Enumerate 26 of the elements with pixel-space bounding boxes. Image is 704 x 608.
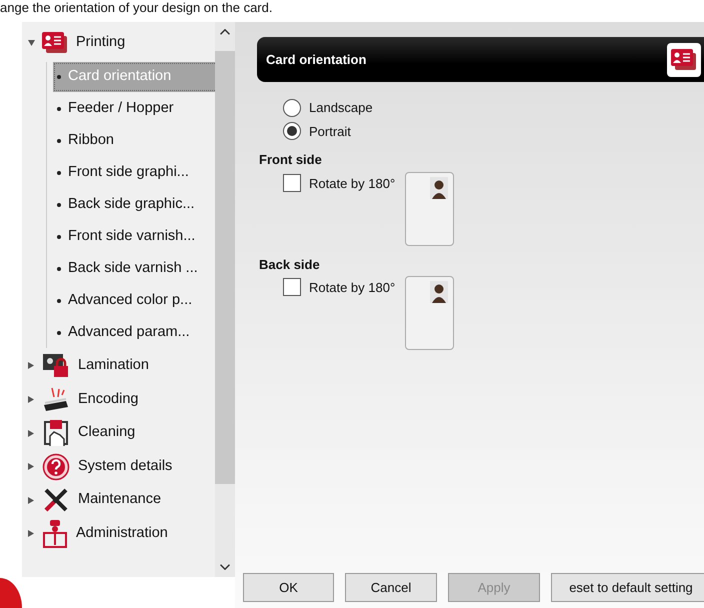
tree-item[interactable]: Encoding	[78, 388, 138, 410]
tree-item[interactable]: Back side graphic...	[53, 190, 218, 220]
dialog-button[interactable]: OK	[243, 573, 334, 602]
dialog-button[interactable]: eset to default setting	[551, 573, 704, 602]
tree-item[interactable]: Cleaning	[78, 422, 136, 444]
tree-item[interactable]: Lamination	[78, 355, 149, 377]
tree-item[interactable]: Ribbon	[53, 126, 218, 156]
radio-label[interactable]: Landscape	[309, 98, 373, 118]
instruction-text: ange the orientation of your design on the card.	[0, 0, 272, 15]
tree-item[interactable]: Printing	[76, 32, 126, 54]
radio-label[interactable]: Portrait	[309, 122, 351, 141]
checkbox-label[interactable]: Rotate by 180°	[309, 174, 396, 193]
tree-item[interactable]: Advanced color p...	[53, 286, 218, 316]
section-title: Card orientation	[266, 50, 366, 69]
tree-item[interactable]: Front side graphi...	[53, 158, 218, 188]
tree-item[interactable]: Maintenance	[78, 489, 162, 512]
tree-item[interactable]: Advanced param...	[53, 318, 218, 348]
section-heading: Front side	[259, 151, 323, 169]
checkbox-label[interactable]: Rotate by 180°	[309, 278, 396, 298]
section-heading: Back side	[259, 256, 321, 274]
tree-item[interactable]: Feeder / Hopper	[53, 94, 218, 124]
tree-item[interactable]: System details	[78, 456, 172, 478]
tree-item[interactable]: Front side varnish...	[53, 222, 218, 252]
dialog-button[interactable]: Cancel	[345, 573, 437, 602]
tree-item[interactable]: Back side varnish ...	[53, 254, 218, 284]
tree-item[interactable]: Administration	[76, 523, 168, 545]
